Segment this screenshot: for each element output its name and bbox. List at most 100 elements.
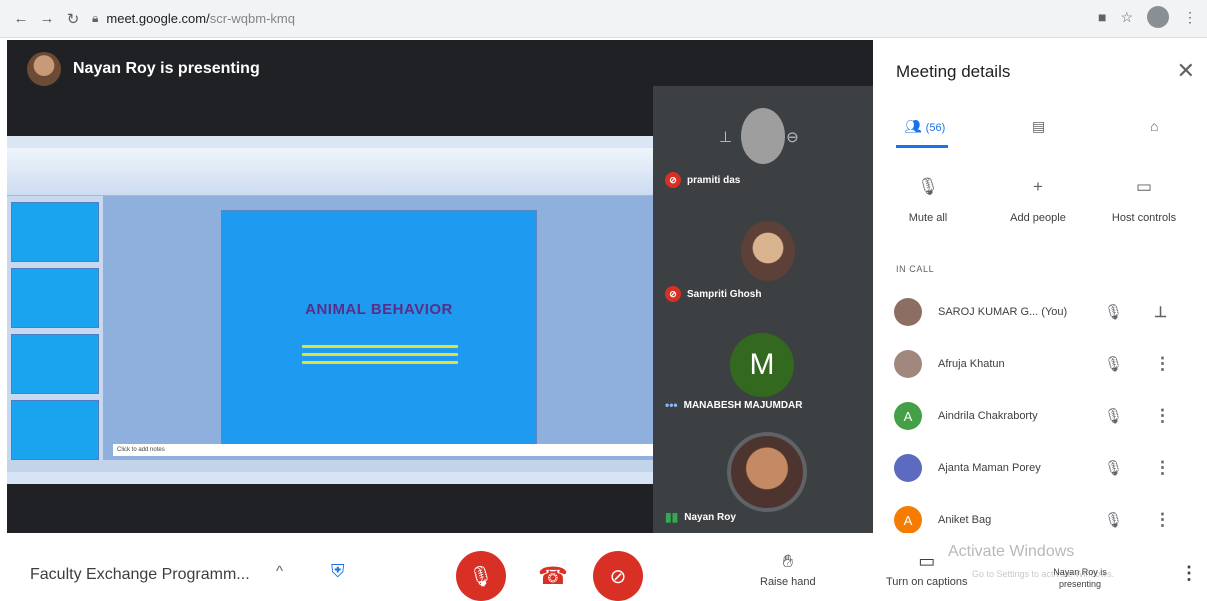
slide-thumbnail: [11, 334, 99, 394]
avatar: A: [894, 402, 922, 430]
ppt-statusbar: [7, 460, 657, 472]
ppt-workspace: ANIMAL BEHAVIOR Click to add notes: [7, 196, 657, 472]
participant-name: Aindrila Chakraborty: [938, 410, 1038, 422]
browser-toolbar: ← → ↻ 🔒︎ meet.google.com/ scr-wqbm-kmq ■…: [0, 0, 1207, 38]
slide-subtitle-line: [302, 353, 458, 356]
raise-hand-label: Raise hand: [760, 576, 816, 588]
pin-icon[interactable]: ⊥: [1154, 303, 1167, 321]
star-icon[interactable]: ☆: [1120, 9, 1133, 26]
slide-thumbnail: [11, 400, 99, 460]
more-options-icon[interactable]: ⋮: [1154, 406, 1171, 426]
current-slide: ANIMAL BEHAVIOR: [221, 210, 537, 446]
meeting-controls-bar: Faculty Exchange Programm... ^ ⛨ 🎙︎ ☎︎ ⊘…: [0, 533, 1207, 601]
tab-people[interactable]: 👥︎ (56): [904, 118, 945, 135]
mic-off-icon: 🎙︎: [1104, 460, 1124, 477]
activities-icon: ⌂: [1150, 118, 1159, 134]
participant-name: SAROJ KUMAR G... (You): [938, 306, 1068, 318]
windows-watermark: Activate Windows: [948, 543, 1075, 560]
participant-tiles: ⊥ ⊖ ⊘ pramiti das ⊘ Sampriti Ghosh M •••…: [653, 86, 873, 533]
browser-actions: ■ ☆ ⋮: [1098, 6, 1197, 28]
avatar: [894, 454, 922, 482]
presenter-banner: Nayan Roy is presenting: [27, 52, 260, 86]
host-controls-button[interactable]: ▭ Host controls: [1094, 170, 1194, 224]
tile-label: ⊘ pramiti das: [665, 172, 740, 188]
in-call-heading: IN CALL: [896, 264, 935, 274]
mic-off-icon: 🎙︎: [1104, 304, 1124, 321]
mic-off-icon: 🎙︎: [917, 177, 939, 196]
tile-label: ⊘ Sampriti Ghosh: [665, 286, 761, 302]
speaking-icon: ▮▮: [665, 510, 679, 524]
participant-row[interactable]: Afruja Khatun 🎙︎ ⋮: [874, 344, 1207, 384]
slide-subtitle-line: [302, 345, 458, 348]
camera-off-icon: ⊘: [609, 565, 627, 588]
ppt-titlebar: [7, 136, 657, 148]
add-people-label: Add people: [1010, 212, 1066, 224]
mic-off-icon: ⊘: [665, 286, 681, 302]
mute-all-button[interactable]: 🎙︎ Mute all: [878, 170, 978, 224]
tab-activities[interactable]: ⌂: [1150, 118, 1158, 134]
raise-hand-button[interactable]: ✋︎ Raise hand: [760, 551, 816, 588]
host-controls-label: Host controls: [1111, 212, 1177, 224]
remove-icon[interactable]: ⊖: [786, 128, 799, 146]
hand-icon: ✋︎: [782, 551, 793, 571]
panel-title: Meeting details: [896, 62, 1011, 81]
participant-row[interactable]: SAROJ KUMAR G... (You) 🎙︎ ⊥: [874, 292, 1207, 332]
participant-avatar: M: [730, 333, 794, 397]
participant-name: Afruja Khatun: [938, 358, 1005, 370]
participant-photo: [727, 432, 807, 512]
ppt-ribbon: [7, 148, 657, 196]
presenter-avatar: [27, 52, 61, 86]
more-options-icon[interactable]: ⋮: [1154, 510, 1171, 530]
mic-off-icon: 🎙︎: [1104, 356, 1124, 373]
mute-all-label: Mute all: [908, 212, 948, 224]
more-dots-icon: •••: [665, 398, 678, 412]
tile-name: Nayan Roy: [684, 511, 736, 523]
mic-off-icon: 🎙︎: [468, 565, 494, 588]
address-bar[interactable]: 🔒︎ meet.google.com/ scr-wqbm-kmq: [92, 5, 612, 33]
participant-row[interactable]: A Aindrila Chakraborty 🎙︎ ⋮: [874, 396, 1207, 436]
tab-chat[interactable]: ▤: [1032, 118, 1045, 135]
close-icon[interactable]: ✕: [1177, 58, 1195, 84]
camera-icon[interactable]: ■: [1098, 9, 1106, 25]
presenting-indicator[interactable]: Nayan Roy is presenting: [1040, 566, 1120, 590]
tile-label: ••• MANABESH MAJUMDAR: [665, 398, 803, 412]
meeting-name[interactable]: Faculty Exchange Programm...: [30, 566, 250, 584]
url-host: meet.google.com/: [106, 11, 210, 26]
people-icon: 👥︎: [904, 118, 922, 134]
menu-icon[interactable]: ⋮: [1183, 9, 1197, 26]
profile-avatar[interactable]: [1147, 6, 1169, 28]
participant-name: Aniket Bag: [938, 514, 992, 526]
back-icon[interactable]: ←: [8, 6, 34, 32]
avatar: [894, 350, 922, 378]
slide-thumbnail: [11, 268, 99, 328]
mic-toggle-button[interactable]: 🎙︎: [456, 551, 506, 601]
shield-icon[interactable]: ⛨: [331, 561, 349, 581]
more-options-icon[interactable]: ⋮: [1180, 563, 1198, 584]
slide-thumbnail: [11, 202, 99, 262]
tile-name: pramiti das: [687, 174, 741, 186]
more-options-icon[interactable]: ⋮: [1154, 458, 1171, 478]
forward-icon[interactable]: →: [34, 6, 60, 32]
chat-icon: ▤: [1032, 118, 1046, 134]
presentation-stage: Nayan Roy is presenting ANIMAL BEHAVIOR …: [7, 40, 873, 533]
slide-title: ANIMAL BEHAVIOR: [305, 301, 453, 318]
person-add-icon: +: [1033, 177, 1043, 196]
host-controls-icon: ▭: [1135, 177, 1153, 196]
leave-call-button[interactable]: ☎︎: [528, 551, 578, 601]
chevron-up-icon[interactable]: ^: [276, 563, 283, 580]
notes-pane: Click to add notes: [113, 444, 657, 456]
avatar: A: [894, 506, 922, 534]
reload-icon[interactable]: ↻: [60, 6, 86, 32]
participant-row[interactable]: Ajanta Maman Porey 🎙︎ ⋮: [874, 448, 1207, 488]
captions-label: Turn on captions: [886, 576, 968, 588]
mic-off-icon: ⊘: [665, 172, 681, 188]
add-people-button[interactable]: + Add people: [988, 170, 1088, 224]
camera-toggle-button[interactable]: ⊘: [593, 551, 643, 601]
presenter-text: Nayan Roy is presenting: [73, 60, 260, 77]
more-options-icon[interactable]: ⋮: [1154, 354, 1171, 374]
tile-name: Sampriti Ghosh: [687, 288, 762, 300]
tab-underline: [896, 145, 948, 148]
avatar: [894, 298, 922, 326]
pin-icon[interactable]: ⊥: [719, 128, 732, 146]
tile-label: ▮▮ Nayan Roy: [665, 510, 736, 524]
